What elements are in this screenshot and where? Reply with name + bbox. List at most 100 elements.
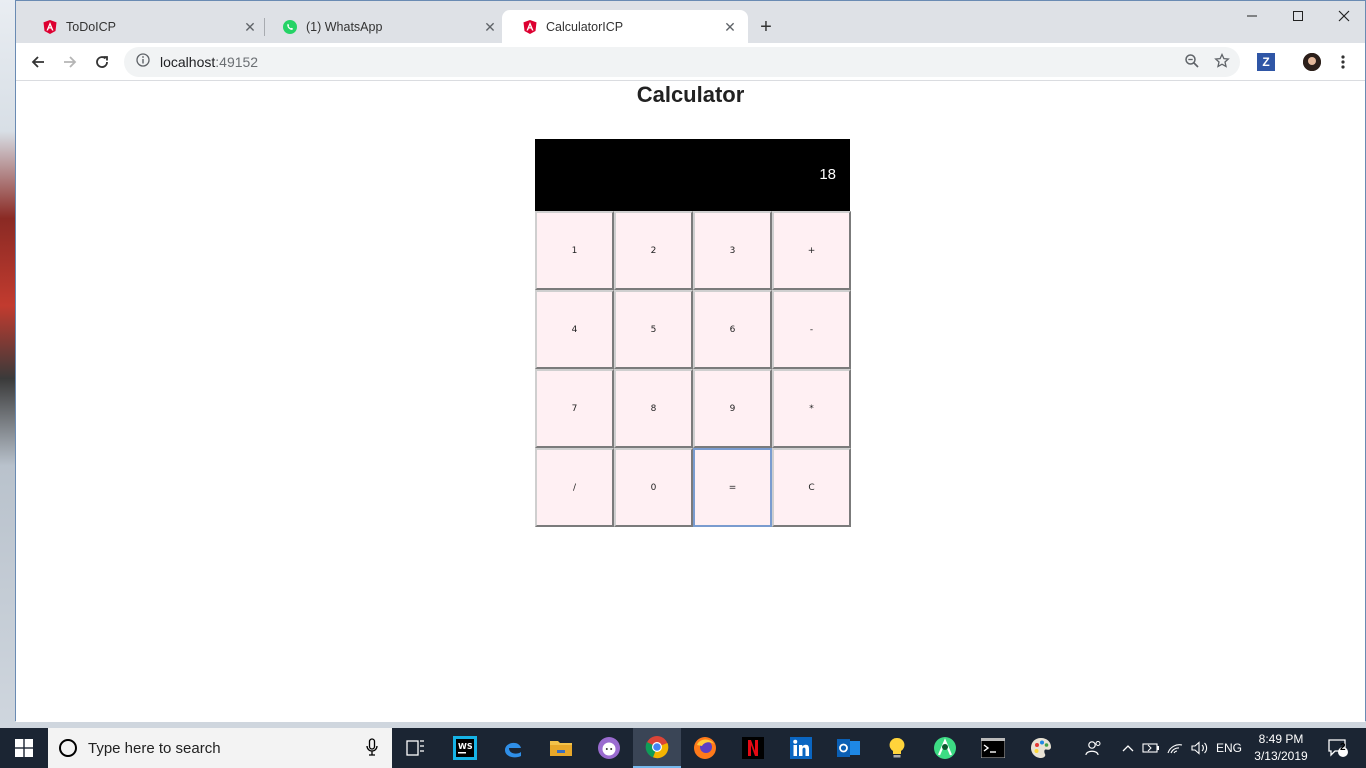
- key-7[interactable]: 7: [535, 369, 614, 448]
- chrome-app[interactable]: [633, 728, 681, 768]
- keypad: 1 2 3 + 4 5 6 - 7 8 9 * / 0 = C: [535, 211, 851, 527]
- github-desktop-app[interactable]: [585, 728, 633, 768]
- file-explorer-app[interactable]: [537, 728, 585, 768]
- terminal-icon: [981, 738, 1005, 758]
- maximize-button[interactable]: [1275, 1, 1321, 31]
- tab-title: ToDoICP: [66, 19, 117, 34]
- profile-avatar[interactable]: [1303, 53, 1321, 71]
- url-host: localhost: [160, 54, 216, 70]
- page-title: Calculator: [636, 82, 745, 107]
- firefox-app[interactable]: [681, 728, 729, 768]
- windows-logo-icon: [15, 739, 33, 757]
- clock[interactable]: 8:49 PM 3/13/2019: [1246, 731, 1316, 765]
- key-2[interactable]: 2: [614, 211, 693, 290]
- android-studio-icon: [934, 737, 956, 759]
- key-multiply[interactable]: *: [772, 369, 851, 448]
- clock-time: 8:49 PM: [1258, 732, 1304, 746]
- info-icon[interactable]: [136, 52, 150, 72]
- action-center-button[interactable]: 2: [1318, 728, 1358, 768]
- avatar-icon: [1303, 53, 1321, 71]
- key-6[interactable]: 6: [693, 290, 772, 369]
- zoom-icon[interactable]: [1184, 53, 1200, 74]
- back-button[interactable]: [26, 50, 50, 74]
- key-clear[interactable]: C: [772, 448, 851, 527]
- tab-calculatoricp[interactable]: CalculatorICP ✕: [502, 10, 748, 43]
- firefox-icon: [694, 737, 716, 759]
- tab-todoicp[interactable]: ToDoICP ✕: [22, 10, 268, 43]
- close-window-button[interactable]: [1321, 1, 1366, 31]
- bookmark-star-icon[interactable]: [1214, 52, 1230, 74]
- wifi-tray[interactable]: [1164, 728, 1186, 768]
- key-4[interactable]: 4: [535, 290, 614, 369]
- outlook-app[interactable]: [825, 728, 873, 768]
- command-prompt-app[interactable]: [969, 728, 1017, 768]
- tips-app[interactable]: [873, 728, 921, 768]
- speaker-icon: [1191, 741, 1208, 755]
- webstorm-app[interactable]: WS: [441, 728, 489, 768]
- address-bar[interactable]: localhost:49152: [124, 47, 1240, 77]
- taskbar: Type here to search WS ENG 8:49 PM 3/13/…: [0, 728, 1366, 768]
- key-3[interactable]: 3: [693, 211, 772, 290]
- tab-whatsapp[interactable]: (1) WhatsApp ✕: [262, 10, 508, 43]
- webstorm-icon: WS: [453, 736, 477, 760]
- folder-icon: [550, 741, 572, 756]
- battery-icon: [1142, 743, 1159, 753]
- edge-app[interactable]: [489, 728, 537, 768]
- lightbulb-icon: [889, 737, 905, 758]
- key-8[interactable]: 8: [614, 369, 693, 448]
- zotero-extension-icon[interactable]: Z: [1257, 53, 1275, 71]
- key-minus[interactable]: -: [772, 290, 851, 369]
- netflix-app[interactable]: [729, 728, 777, 768]
- more-vert-icon: [1341, 55, 1345, 69]
- minimize-button[interactable]: [1229, 1, 1275, 31]
- show-hidden-icons-button[interactable]: [1118, 728, 1138, 768]
- task-view-button[interactable]: [392, 728, 440, 768]
- maximize-icon: [1293, 11, 1303, 21]
- reload-icon: [96, 56, 108, 68]
- forward-arrow-icon: [64, 56, 77, 68]
- menu-button[interactable]: [1334, 53, 1352, 71]
- key-plus[interactable]: +: [772, 211, 851, 290]
- url-text: localhost:49152: [160, 54, 258, 70]
- key-1[interactable]: 1: [535, 211, 614, 290]
- desktop-background: [0, 0, 16, 728]
- wifi-icon: [1167, 744, 1183, 754]
- cortana-icon: [59, 739, 77, 757]
- forward-button[interactable]: [58, 50, 82, 74]
- key-5[interactable]: 5: [614, 290, 693, 369]
- linkedin-app[interactable]: [777, 728, 825, 768]
- notification-count: 2: [1340, 742, 1346, 753]
- people-button[interactable]: [1080, 728, 1106, 768]
- whatsapp-icon: [282, 19, 298, 35]
- key-0[interactable]: 0: [614, 448, 693, 527]
- url-port: :49152: [215, 54, 259, 70]
- paint-app[interactable]: [1017, 728, 1065, 768]
- angular-icon: [42, 19, 58, 35]
- close-tab-icon[interactable]: ✕: [482, 19, 498, 35]
- close-icon: [1338, 10, 1350, 22]
- task-view-icon: [406, 740, 424, 756]
- github-cat-icon: [598, 737, 620, 759]
- chevron-up-icon: [1122, 745, 1134, 752]
- android-studio-app[interactable]: [921, 728, 969, 768]
- reload-button[interactable]: [90, 50, 114, 74]
- language-indicator[interactable]: ENG: [1212, 728, 1246, 768]
- page-content: Calculator 18 1 2 3 + 4 5 6 - 7 8 9 * / …: [16, 82, 1365, 722]
- taskbar-search[interactable]: Type here to search: [48, 728, 392, 768]
- key-divide[interactable]: /: [535, 448, 614, 527]
- new-tab-button[interactable]: +: [755, 16, 777, 38]
- outlook-icon: [837, 739, 860, 757]
- edge-icon: [505, 742, 521, 758]
- paint-palette-icon: [1031, 738, 1051, 758]
- netflix-icon: [742, 737, 764, 759]
- close-tab-icon[interactable]: ✕: [242, 19, 258, 35]
- calculator-display: 18: [535, 139, 850, 211]
- close-tab-icon[interactable]: ✕: [722, 19, 738, 35]
- volume-tray[interactable]: [1188, 728, 1212, 768]
- key-equals[interactable]: =: [693, 448, 772, 527]
- start-button[interactable]: [0, 728, 48, 768]
- microphone-icon[interactable]: [366, 738, 378, 760]
- battery-tray[interactable]: [1140, 728, 1162, 768]
- key-9[interactable]: 9: [693, 369, 772, 448]
- linkedin-icon: [790, 737, 812, 759]
